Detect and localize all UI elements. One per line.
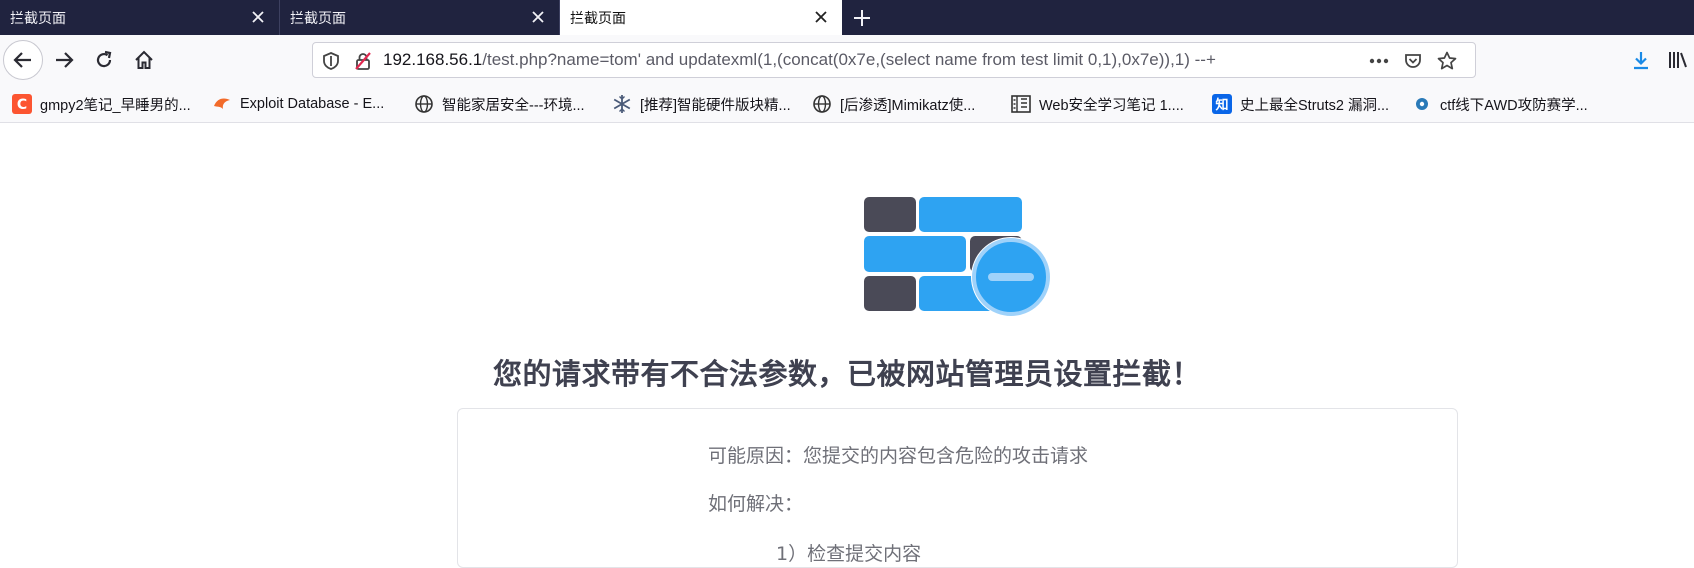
close-icon[interactable] <box>249 8 267 26</box>
bookmark-item[interactable]: [推荐]智能硬件版块精... <box>612 94 791 114</box>
snowflake-icon <box>612 94 632 114</box>
bookmark-item[interactable]: Web安全学习笔记 1.... <box>1011 94 1184 114</box>
page-actions-icon[interactable] <box>1369 51 1389 71</box>
cnblogs-icon <box>1412 94 1432 114</box>
plus-icon <box>854 9 870 26</box>
navigation-toolbar: 192.168.56.1/test.php?name=tom' and upda… <box>0 35 1694 85</box>
globe-icon <box>414 94 434 114</box>
download-icon <box>1634 52 1648 70</box>
possible-reason: 可能原因：您提交的内容包含危险的攻击请求 <box>708 445 1089 467</box>
bookmark-item[interactable]: [后渗透]Mimikatz使... <box>812 94 975 114</box>
library-button[interactable] <box>1662 44 1694 76</box>
bookmark-item[interactable]: C gmpy2笔记_早睡男的... <box>12 94 191 114</box>
bookmark-label: [后渗透]Mimikatz使... <box>840 97 976 114</box>
bookmark-label: gmpy2笔记_早睡男的... <box>40 97 191 114</box>
bookmark-label: 智能家居安全---环境... <box>442 97 585 114</box>
reload-icon <box>96 50 112 68</box>
back-button[interactable] <box>3 40 43 80</box>
svg-text:C: C <box>17 97 27 113</box>
bookmark-item[interactable]: 知 史上最全Struts2 漏洞... <box>1212 94 1389 114</box>
zhihu-icon: 知 <box>1212 94 1232 114</box>
bookmark-label: Exploit Database - E... <box>240 96 385 112</box>
close-icon[interactable] <box>812 8 830 26</box>
svg-text:知: 知 <box>1215 97 1228 113</box>
bookmark-item[interactable]: Exploit Database - E... <box>212 94 384 114</box>
bookmark-label: [推荐]智能硬件版块精... <box>640 97 791 114</box>
globe-icon <box>812 94 832 114</box>
close-icon[interactable] <box>529 8 547 26</box>
pocket-icon[interactable] <box>1403 51 1423 71</box>
home-icon <box>135 50 153 69</box>
library-icon <box>1669 52 1687 68</box>
solution-label: 如何解决： <box>708 493 804 515</box>
home-button[interactable] <box>128 44 160 76</box>
forward-button[interactable] <box>48 44 80 76</box>
block-headline: 您的请求带有不合法参数，已被网站管理员设置拦截！ <box>492 357 1201 391</box>
bookmark-label: 史上最全Struts2 漏洞... <box>1240 97 1390 114</box>
url-host: 192.168.56.1 <box>383 50 483 69</box>
new-tab-button[interactable] <box>842 0 882 35</box>
tab-title: 拦截页面 <box>290 10 346 27</box>
arrow-left-icon <box>13 52 31 68</box>
bookmark-star-icon[interactable] <box>1437 51 1457 71</box>
shield-icon[interactable] <box>321 51 341 71</box>
reload-button[interactable] <box>88 44 120 76</box>
insecure-lock-icon[interactable] <box>353 51 373 71</box>
csdn-icon: C <box>12 94 32 114</box>
tab-strip: 拦截页面 拦截页面 拦截页面 <box>0 0 1694 35</box>
solution-step-1: 1）检查提交内容 <box>776 543 922 565</box>
bookmark-label: ctf线下AWD攻防赛学... <box>1440 97 1588 114</box>
info-card: 可能原因：您提交的内容包含危险的攻击请求 如何解决： 1）检查提交内容 <box>457 408 1458 568</box>
tab-title: 拦截页面 <box>570 10 626 27</box>
url-path: /test.php?name=tom' and updatexml(1,(con… <box>482 50 1216 69</box>
url-bar[interactable]: 192.168.56.1/test.php?name=tom' and upda… <box>312 42 1476 78</box>
tab-3-active[interactable]: 拦截页面 <box>560 0 842 35</box>
page-content: 您的请求带有不合法参数，已被网站管理员设置拦截！ 可能原因：您提交的内容包含危险… <box>0 123 1694 568</box>
tab-1[interactable]: 拦截页面 <box>0 0 280 35</box>
bookmark-item[interactable]: ctf线下AWD攻防赛学... <box>1412 94 1588 114</box>
bookmark-item[interactable]: 智能家居安全---环境... <box>414 94 585 114</box>
url-text[interactable]: 192.168.56.1/test.php?name=tom' and upda… <box>383 50 1216 70</box>
tab-title: 拦截页面 <box>10 10 66 27</box>
bookmark-label: Web安全学习笔记 1.... <box>1039 97 1184 114</box>
arrow-right-icon <box>56 52 74 68</box>
bookmarks-toolbar: C gmpy2笔记_早睡男的... Exploit Database - E..… <box>0 85 1694 123</box>
downloads-button[interactable] <box>1625 44 1657 76</box>
book-icon <box>1011 94 1031 114</box>
exploit-db-icon <box>212 94 232 114</box>
firewall-block-icon <box>864 197 1051 317</box>
tab-2[interactable]: 拦截页面 <box>280 0 560 35</box>
